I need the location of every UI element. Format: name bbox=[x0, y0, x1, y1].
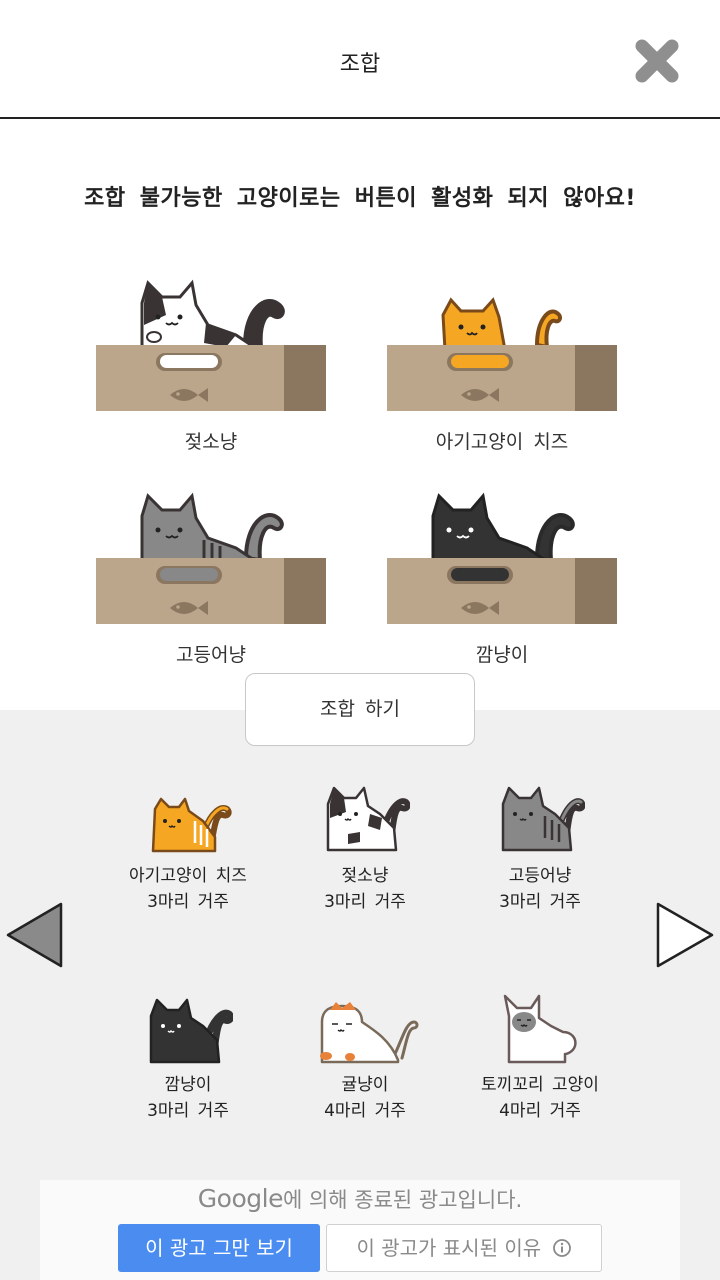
cat-count: 3마리 거주 bbox=[147, 1101, 229, 1121]
next-page-button[interactable] bbox=[655, 902, 715, 968]
cat-name: 고등어냥 bbox=[508, 866, 572, 886]
black-cat-icon bbox=[149, 998, 233, 1064]
close-button[interactable] bbox=[632, 36, 682, 86]
orange-kitten-icon bbox=[151, 797, 232, 853]
cat-count: 4마리 거주 bbox=[324, 1101, 406, 1121]
combine-button[interactable]: 조합 하기 bbox=[245, 673, 475, 746]
slot-mackerel-cat[interactable]: 고등어냥 bbox=[96, 488, 326, 668]
slot-label: 젖소냥 bbox=[184, 431, 238, 453]
stop-ad-button[interactable]: 이 광고 그만 보기 bbox=[118, 1224, 320, 1272]
black-cat-in-box-icon bbox=[387, 492, 617, 624]
prev-page-button[interactable] bbox=[5, 902, 65, 968]
why-ad-label: 이 광고가 표시된 이유 bbox=[356, 1236, 542, 1260]
cat-count: 3마리 거주 bbox=[499, 892, 581, 912]
ad-closed-message: Google에 의해 종료된 광고입니다. bbox=[40, 1184, 680, 1214]
combine-panel: 조합 조합 불가능한 고양이로는 버튼이 활성화 되지 않아요! 젖소냥 아기고… bbox=[0, 0, 720, 710]
close-icon bbox=[635, 39, 679, 83]
mackerel-cat-icon bbox=[501, 786, 585, 852]
slot-label: 깜냥이 bbox=[475, 644, 529, 666]
cat-item-tangerine-cat[interactable]: 귤냥이 4마리 거주 bbox=[290, 1000, 440, 1124]
cat-count: 4마리 거주 bbox=[499, 1101, 581, 1121]
cat-name: 아기고양이 치즈 bbox=[129, 866, 247, 886]
info-icon bbox=[552, 1239, 571, 1257]
cat-item-black-cat[interactable]: 깜냥이 3마리 거주 bbox=[113, 998, 263, 1124]
cat-name: 귤냥이 bbox=[341, 1075, 389, 1095]
tangerine-cat-icon bbox=[320, 1002, 419, 1064]
cat-item-orange-kitten[interactable]: 아기고양이 치즈 3마리 거주 bbox=[113, 795, 263, 915]
cow-cat-in-box-icon bbox=[96, 279, 326, 411]
slot-orange-kitten[interactable]: 아기고양이 치즈 bbox=[387, 275, 617, 455]
why-ad-button[interactable]: 이 광고가 표시된 이유 bbox=[326, 1224, 602, 1272]
mackerel-cat-in-box-icon bbox=[96, 492, 326, 624]
google-logo: Google bbox=[197, 1184, 284, 1213]
cow-cat-icon bbox=[326, 786, 410, 852]
ad-banner: Google에 의해 종료된 광고입니다. 이 광고 그만 보기 이 광고가 표… bbox=[40, 1180, 680, 1280]
notice-text: 조합 불가능한 고양이로는 버튼이 활성화 되지 않아요! bbox=[84, 186, 636, 211]
cat-count: 3마리 거주 bbox=[147, 892, 229, 912]
page-title: 조합 bbox=[339, 52, 381, 77]
left-arrow-icon bbox=[6, 902, 63, 968]
header-divider bbox=[0, 117, 720, 119]
slot-label: 고등어냥 bbox=[176, 644, 246, 666]
cat-name: 토끼꼬리 고양이 bbox=[481, 1075, 599, 1095]
orange-kitten-in-box-icon bbox=[387, 297, 617, 411]
cat-item-cow-cat[interactable]: 젖소냥 3마리 거주 bbox=[290, 784, 440, 915]
bunny-tail-cat-icon bbox=[503, 994, 577, 1064]
slot-cow-cat[interactable]: 젖소냥 bbox=[96, 275, 326, 455]
cat-item-bunny-tail-cat[interactable]: 토끼꼬리 고양이 4마리 거주 bbox=[465, 992, 615, 1124]
cat-item-mackerel-cat[interactable]: 고등어냥 3마리 거주 bbox=[465, 784, 615, 915]
right-arrow-icon bbox=[656, 902, 714, 968]
cat-name: 깜냥이 bbox=[164, 1075, 212, 1095]
ad-closed-text: 에 의해 종료된 광고입니다. bbox=[282, 1188, 523, 1212]
slot-black-cat[interactable]: 깜냥이 bbox=[387, 488, 617, 668]
slot-label: 아기고양이 치즈 bbox=[435, 431, 569, 453]
header: 조합 bbox=[0, 0, 720, 119]
cat-count: 3마리 거주 bbox=[324, 892, 406, 912]
cat-name: 젖소냥 bbox=[341, 866, 389, 886]
